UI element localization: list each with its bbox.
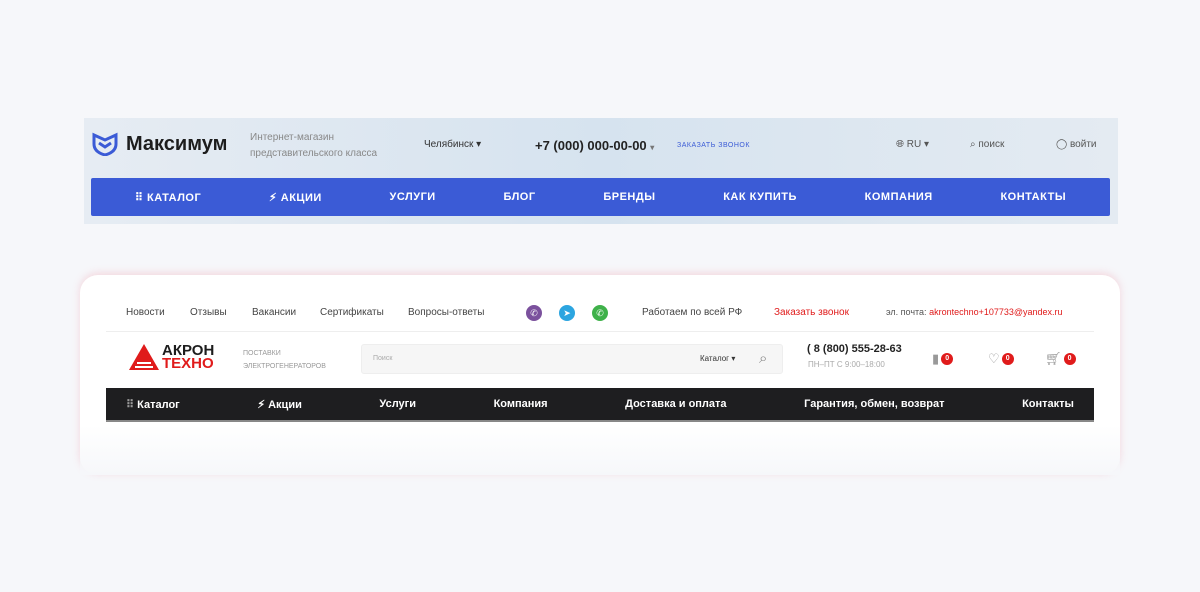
shield-logo-icon <box>92 132 118 156</box>
top-link-certificates[interactable]: Сертификаты <box>320 307 384 318</box>
nav-services[interactable]: УСЛУГИ <box>390 191 436 203</box>
login-button[interactable]: ◯ войти <box>1056 139 1097 150</box>
compare-badge: 0 <box>941 353 954 365</box>
top-link-faq[interactable]: Вопросы-ответы <box>408 307 484 318</box>
lightning-icon: ⚡︎ <box>257 398 266 411</box>
logo-text: Максимум <box>126 132 228 155</box>
top-link-vacancies[interactable]: Вакансии <box>252 307 296 318</box>
heart-icon: ♡ <box>988 351 1000 366</box>
hours: ПН–ПТ С 9:00–18:00 <box>808 360 885 369</box>
cart-icon: 🛒︎ <box>1045 351 1062 366</box>
whatsapp-icon[interactable]: ✆ <box>592 305 608 321</box>
phone-select[interactable]: +7 (000) 000-00-00 ▾ <box>535 138 654 153</box>
maximum-header-screenshot: Максимум Интернет-магазин представительск… <box>84 118 1118 224</box>
globe-icon: 🌐︎ <box>896 139 904 150</box>
divider <box>106 331 1094 332</box>
nav-blog[interactable]: БЛОГ <box>503 191 535 203</box>
nav-sales[interactable]: ⚡︎ АКЦИИ <box>269 191 322 204</box>
tagline: ПОСТАВКИ ЭЛЕКТРОГЕНЕРАТОРОВ <box>243 350 326 370</box>
grid-icon: ⠿ <box>134 191 144 204</box>
search-input[interactable]: Поиск Каталог ▾ ⌕ <box>361 344 783 374</box>
nav-contacts[interactable]: Контакты <box>1022 398 1074 410</box>
callback-link[interactable]: ЗАКАЗАТЬ ЗВОНОК <box>677 142 750 149</box>
favorites-badge: 0 <box>1001 353 1014 365</box>
nav-brands[interactable]: БРЕНДЫ <box>603 191 655 203</box>
search-icon[interactable]: ⌕ <box>759 350 767 367</box>
cart-button[interactable]: 🛒︎ 0 <box>1045 351 1076 367</box>
search-button[interactable]: ⌕ поиск <box>970 139 1004 150</box>
user-icon: ◯ <box>1056 139 1068 150</box>
nav-how-to-buy[interactable]: КАК КУПИТЬ <box>723 191 797 203</box>
nav-sales[interactable]: ⚡︎ Акции <box>257 398 302 411</box>
nav-delivery[interactable]: Доставка и оплата <box>625 398 726 410</box>
top-link-reviews[interactable]: Отзывы <box>190 307 227 318</box>
maximum-logo[interactable]: Максимум <box>92 132 227 156</box>
nav-services[interactable]: Услуги <box>379 398 416 410</box>
language-select[interactable]: 🌐︎ RU ▾ <box>896 139 929 150</box>
akron-header-screenshot: Новости Отзывы Вакансии Сертификаты Вопр… <box>80 275 1120 475</box>
lightning-icon: ⚡︎ <box>268 191 278 204</box>
email-block: эл. почта: akrontechno+107733@yandex.ru <box>886 307 1063 317</box>
city-select[interactable]: Челябинск ▾ <box>424 139 481 150</box>
nav-warranty[interactable]: Гарантия, обмен, возврат <box>804 398 944 410</box>
akron-logo[interactable]: АКРОН ТЕХНО <box>128 343 214 371</box>
nav-catalog[interactable]: ⠿ Каталог <box>126 398 180 411</box>
callback-link[interactable]: Заказать звонок <box>774 307 849 318</box>
compare-button[interactable]: ▮ 0 <box>932 351 954 367</box>
email-link[interactable]: akrontechno+107733@yandex.ru <box>929 307 1062 317</box>
akron-triangle-icon <box>129 344 159 370</box>
tagline: Интернет-магазин представительского класс… <box>250 132 378 159</box>
nav-company[interactable]: КОМПАНИЯ <box>865 191 933 203</box>
cart-badge: 0 <box>1063 353 1076 365</box>
search-catalog-select[interactable]: Каталог ▾ <box>700 354 735 363</box>
nav-catalog[interactable]: ⠿ КАТАЛОГ <box>135 191 201 204</box>
search-icon: ⌕ <box>970 139 976 150</box>
viber-icon[interactable]: ✆ <box>526 305 542 321</box>
top-link-news[interactable]: Новости <box>126 307 165 318</box>
search-placeholder: Поиск <box>373 355 393 362</box>
chart-icon: ▮ <box>932 351 940 366</box>
akron-nav: ⠿ Каталог ⚡︎ Акции Услуги Компания Доста… <box>106 388 1094 422</box>
nav-company[interactable]: Компания <box>494 398 548 410</box>
favorites-button[interactable]: ♡ 0 <box>988 351 1014 367</box>
nav-contacts[interactable]: КОНТАКТЫ <box>1000 191 1066 203</box>
maximum-nav: ⠿ КАТАЛОГ ⚡︎ АКЦИИ УСЛУГИ БЛОГ БРЕНДЫ КА… <box>91 178 1110 216</box>
grid-icon: ⠿ <box>126 398 135 411</box>
telegram-icon[interactable]: ➤ <box>559 305 575 321</box>
region-text: Работаем по всей РФ <box>642 307 743 318</box>
phone[interactable]: ( 8 (800) 555-28-63 <box>807 343 902 355</box>
